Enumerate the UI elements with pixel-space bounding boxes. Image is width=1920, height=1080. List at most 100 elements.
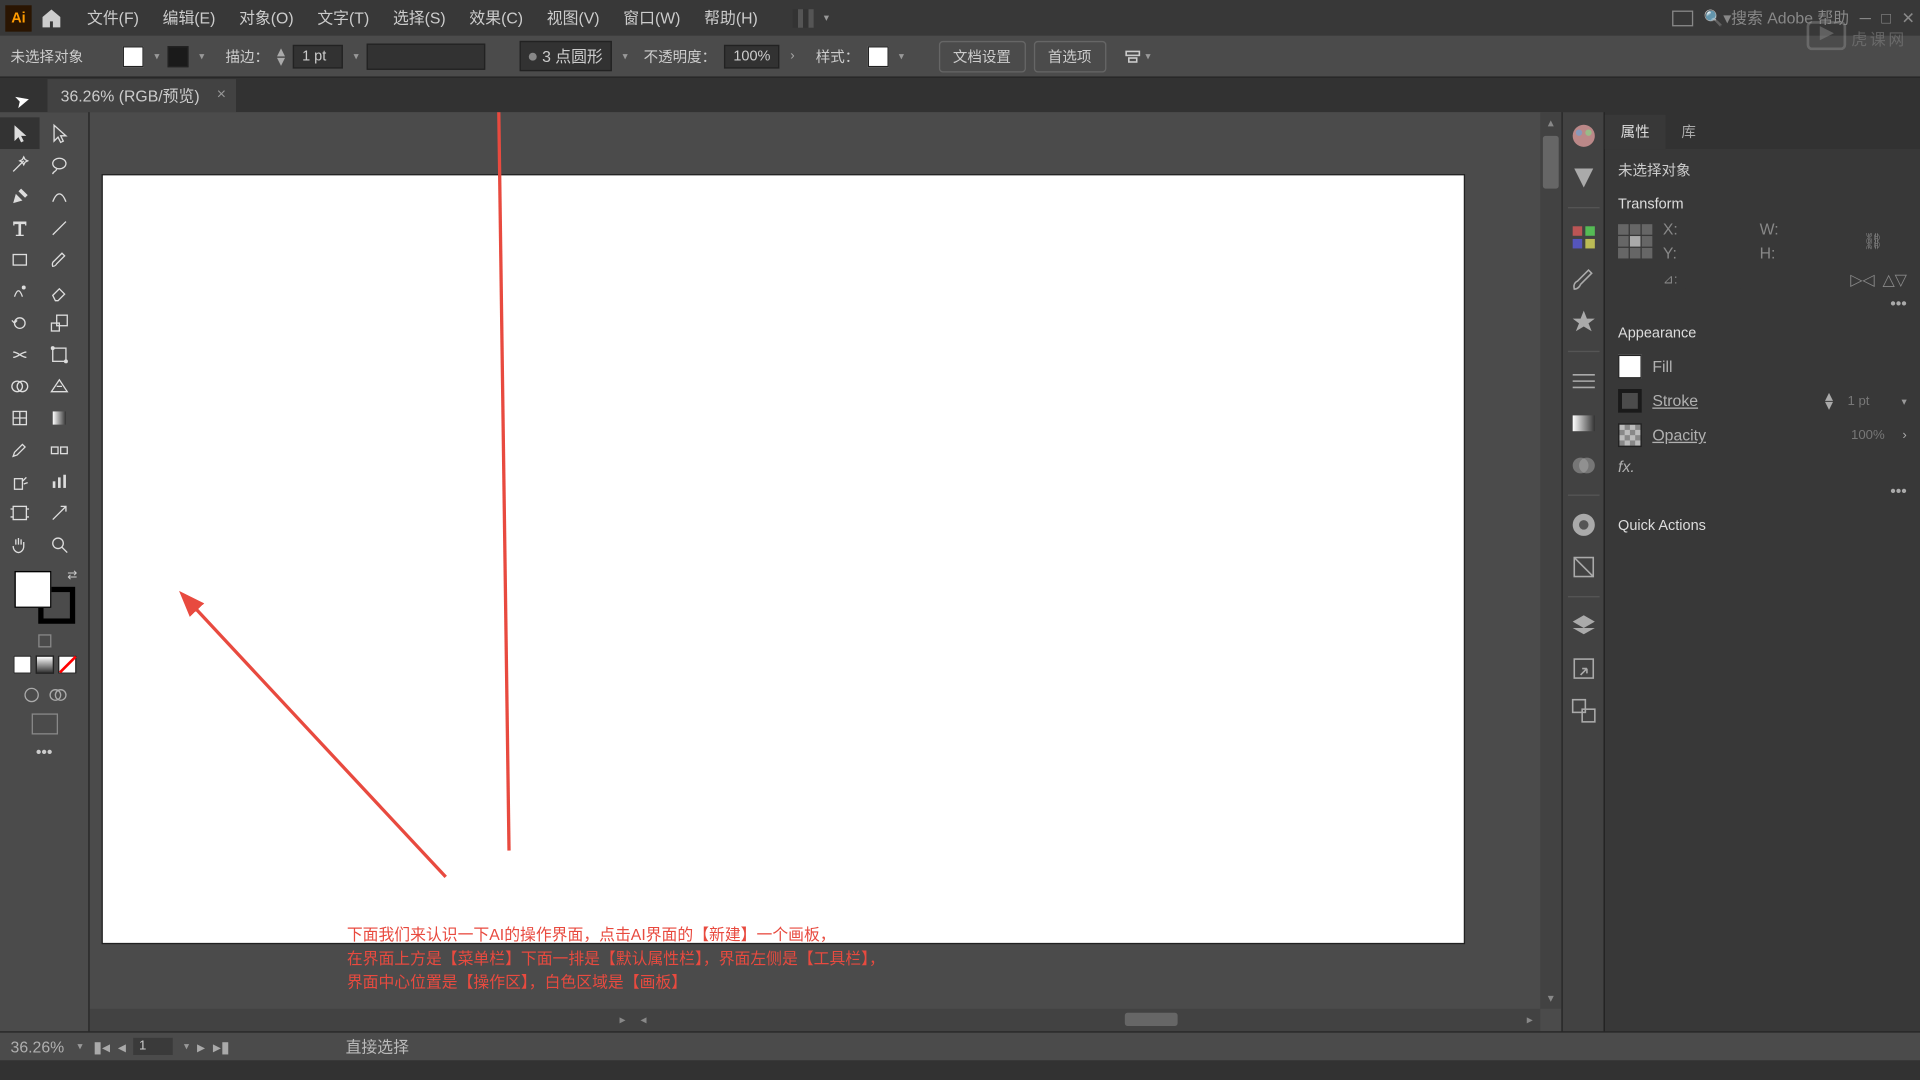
graphic-styles-panel-icon[interactable] — [1567, 551, 1599, 583]
brush-definition[interactable]: 3 点圆形 — [520, 41, 612, 71]
flip-v-icon[interactable]: △▽ — [1882, 270, 1906, 288]
arrange-docs-dropdown[interactable]: ▾ — [824, 12, 829, 24]
panel-opacity-value[interactable]: 100% — [1847, 427, 1892, 444]
last-artboard-button[interactable]: ▸▮ — [213, 1037, 230, 1055]
vertical-scrollbar[interactable]: ▴ ▾ — [1540, 112, 1561, 1009]
menu-effect[interactable]: 效果(C) — [459, 1, 534, 34]
draw-behind-icon[interactable] — [47, 684, 68, 705]
menu-view[interactable]: 视图(V) — [536, 1, 610, 34]
stroke-dropdown[interactable]: ▾ — [199, 50, 204, 62]
search-box[interactable]: 🔍▾ 搜索 Adobe 帮助 — [1704, 7, 1850, 29]
flip-h-icon[interactable]: ▷◁ — [1850, 270, 1874, 288]
artboard-number-input[interactable]: 1 — [134, 1038, 174, 1055]
none-mode-icon[interactable] — [57, 655, 75, 673]
stroke-weight-input[interactable]: 1 pt — [293, 44, 343, 68]
menu-object[interactable]: 对象(O) — [229, 1, 305, 34]
libraries-tab[interactable]: 库 — [1666, 115, 1712, 149]
type-tool[interactable] — [0, 212, 40, 244]
eyedropper-tool[interactable] — [0, 434, 40, 466]
menu-window[interactable]: 窗口(W) — [613, 1, 691, 34]
home-icon[interactable] — [40, 6, 64, 30]
mesh-tool[interactable] — [0, 402, 40, 434]
reference-point[interactable] — [1618, 224, 1652, 258]
stroke-swatch[interactable] — [167, 45, 188, 66]
w-input[interactable] — [1787, 221, 1842, 238]
arrange-docs-icon[interactable] — [792, 9, 813, 27]
screen-mode-icon[interactable] — [31, 713, 57, 734]
edit-toolbar-button[interactable]: ••• — [0, 735, 88, 769]
minimize-button[interactable]: ─ — [1860, 9, 1871, 27]
maximize-button[interactable]: □ — [1881, 9, 1891, 27]
swatches-panel-icon[interactable] — [1567, 222, 1599, 254]
line-tool[interactable] — [40, 212, 80, 244]
panel-fill-swatch[interactable] — [1618, 355, 1642, 379]
layers-panel-icon[interactable] — [1567, 611, 1599, 643]
variable-width-profile[interactable] — [367, 43, 486, 69]
zoom-tool[interactable] — [40, 529, 80, 561]
fill-stroke-control[interactable]: ⇄ — [11, 568, 77, 626]
preferences-button[interactable]: 首选项 — [1033, 40, 1106, 72]
shape-builder-tool[interactable] — [0, 371, 40, 403]
eraser-tool[interactable] — [40, 276, 80, 308]
appearance-more-icon[interactable]: ••• — [1618, 481, 1907, 499]
magic-wand-tool[interactable] — [0, 149, 40, 181]
fill-dropdown[interactable]: ▾ — [154, 50, 159, 62]
gradient-panel-icon[interactable] — [1567, 407, 1599, 439]
artboard[interactable] — [103, 175, 1464, 942]
slice-tool[interactable] — [40, 497, 80, 529]
style-swatch[interactable] — [867, 45, 888, 66]
opacity-input[interactable]: 100% — [724, 44, 780, 68]
panel-stroke-swatch[interactable] — [1618, 389, 1642, 413]
scale-tool[interactable] — [40, 307, 80, 339]
direct-selection-tool[interactable] — [40, 117, 80, 149]
gradient-tool[interactable] — [40, 402, 80, 434]
horizontal-scrollbar[interactable]: ▸ ◂ ▸ — [90, 1009, 1541, 1031]
symbols-panel-icon[interactable] — [1567, 306, 1599, 338]
blend-tool[interactable] — [40, 434, 80, 466]
perspective-grid-tool[interactable] — [40, 371, 80, 403]
workspace-icon[interactable] — [1672, 10, 1693, 26]
rotate-tool[interactable] — [0, 307, 40, 339]
zoom-level[interactable]: 36.26% — [11, 1037, 65, 1055]
first-artboard-button[interactable]: ▮◂ — [93, 1037, 110, 1055]
fill-swatch[interactable] — [123, 45, 144, 66]
asset-export-panel-icon[interactable] — [1567, 653, 1599, 685]
close-button[interactable]: ✕ — [1901, 9, 1914, 27]
next-artboard-button[interactable]: ▸ — [197, 1037, 205, 1055]
width-tool[interactable] — [0, 339, 40, 371]
paintbrush-tool[interactable] — [40, 244, 80, 276]
color-guide-panel-icon[interactable] — [1567, 162, 1599, 194]
menu-select[interactable]: 选择(S) — [382, 1, 456, 34]
column-graph-tool[interactable] — [40, 466, 80, 498]
shaper-tool[interactable] — [0, 276, 40, 308]
document-tab[interactable]: 36.26% (RGB/预览) × — [47, 78, 236, 111]
menu-file[interactable]: 文件(F) — [76, 1, 149, 34]
transparency-panel-icon[interactable] — [1567, 450, 1599, 482]
h-input[interactable] — [1787, 245, 1842, 262]
prev-artboard-button[interactable]: ◂ — [118, 1037, 126, 1055]
symbol-sprayer-tool[interactable] — [0, 466, 40, 498]
menu-type[interactable]: 文字(T) — [307, 1, 380, 34]
panel-opacity-swatch[interactable] — [1618, 423, 1642, 447]
menu-edit[interactable]: 编辑(E) — [152, 1, 226, 34]
curvature-tool[interactable] — [40, 181, 80, 213]
color-mode-icon[interactable] — [13, 655, 31, 673]
angle-input[interactable] — [1686, 271, 1741, 288]
properties-tab[interactable]: 属性 — [1605, 115, 1666, 149]
artboards-panel-icon[interactable] — [1567, 695, 1599, 727]
artboard-tool[interactable] — [0, 497, 40, 529]
y-input[interactable] — [1686, 245, 1741, 262]
fx-button[interactable]: fx. — [1618, 458, 1635, 476]
appearance-panel-icon[interactable] — [1567, 509, 1599, 541]
rectangle-tool[interactable] — [0, 244, 40, 276]
doc-setup-button[interactable]: 文档设置 — [938, 40, 1025, 72]
stroke-panel-icon[interactable] — [1567, 365, 1599, 397]
x-input[interactable] — [1686, 221, 1741, 238]
color-panel-icon[interactable] — [1567, 120, 1599, 152]
tab-close-icon[interactable]: × — [217, 84, 226, 102]
brushes-panel-icon[interactable] — [1567, 264, 1599, 296]
link-wh-icon[interactable]: ⛓ — [1863, 232, 1883, 250]
align-button[interactable]: ▾ — [1122, 45, 1151, 66]
gradient-mode-icon[interactable] — [35, 655, 53, 673]
canvas-area[interactable]: 下面我们来认识一下AI的操作界面，点击AI界面的【新建】一个画板， 在界面上方是… — [90, 112, 1562, 1031]
